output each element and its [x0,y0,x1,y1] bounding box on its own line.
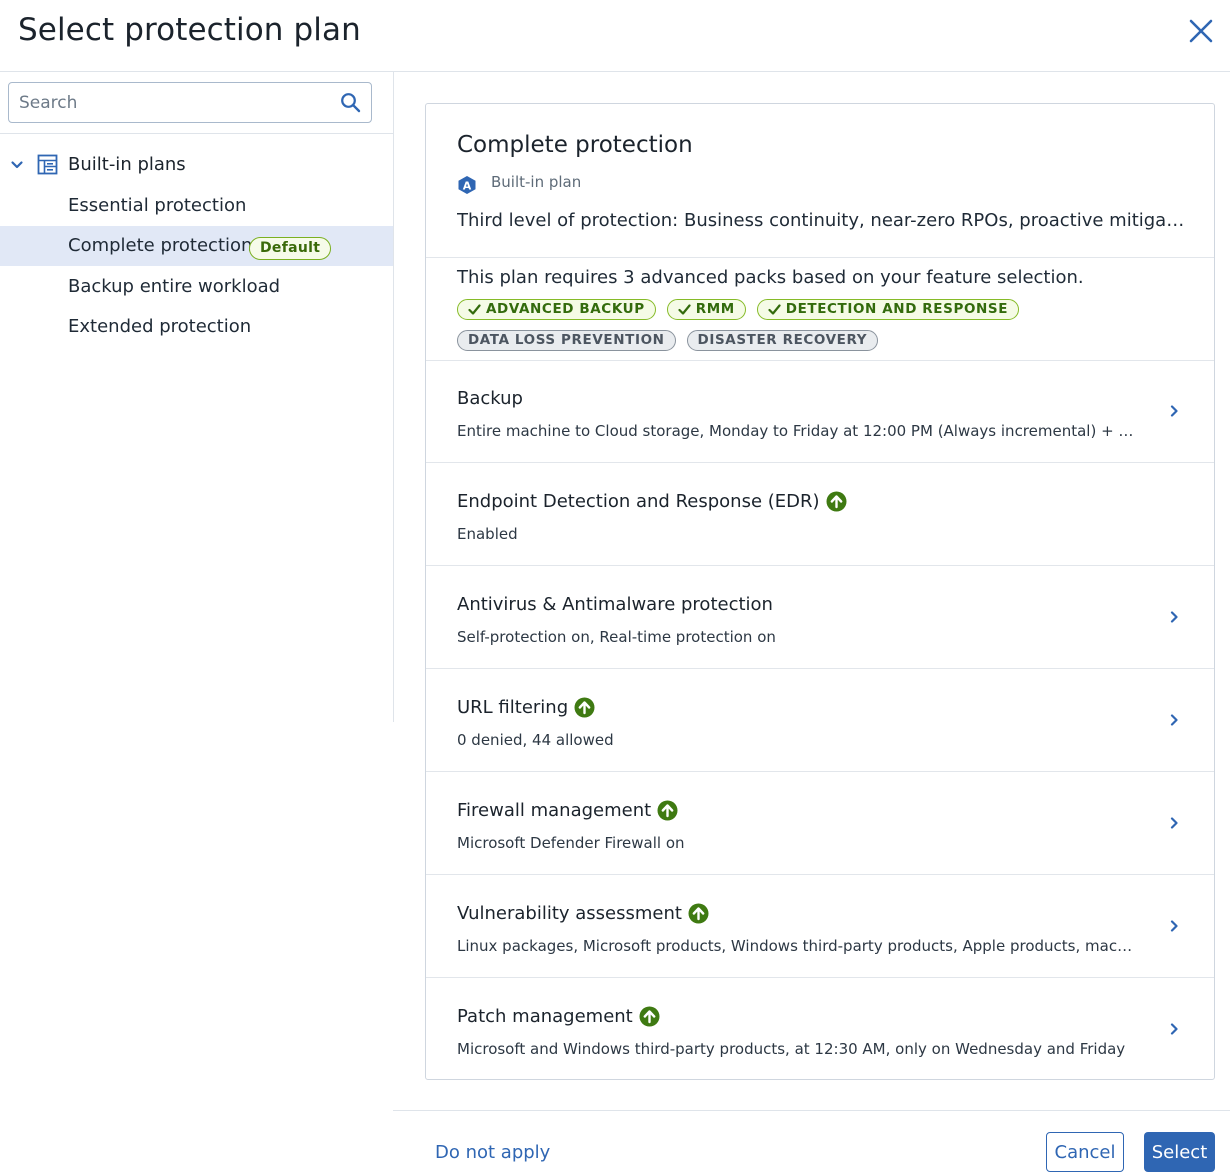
default-badge: Default [249,237,332,260]
section-summary: Enabled [457,525,518,543]
cancel-button[interactable]: Cancel [1046,1132,1124,1172]
chevron-right-icon[interactable] [1168,817,1180,829]
pack-label: DETECTION AND RESPONSE [785,301,1009,317]
chevron-right-icon[interactable] [1168,405,1180,417]
plan-type-label: Built-in plan [491,173,582,191]
dialog-footer: Do not apply Cancel Select [393,1110,1230,1176]
check-icon [768,304,781,315]
section-summary: Linux packages, Microsoft products, Wind… [457,937,1137,955]
check-icon [468,304,481,315]
sidebar-item-label: Complete protection [68,235,253,256]
upgrade-arrow-icon [574,697,595,718]
search-input[interactable] [9,83,329,122]
required-packs: ADVANCED BACKUP RMM DETECTION AND RESPON… [457,299,1020,320]
section-backup[interactable]: Backup Entire machine to Cloud storage, … [426,360,1214,463]
pack-label: ADVANCED BACKUP [486,301,645,317]
plan-description: Third level of protection: Business cont… [457,210,1187,231]
pack-label: RMM [695,301,735,317]
sidebar-divider [0,133,393,134]
sidebar-item-label: Extended protection [68,316,252,337]
chevron-right-icon[interactable] [1168,1023,1180,1035]
pack-badge-data-loss-prevention: DATA LOSS PREVENTION [457,330,676,351]
pack-badge-disaster-recovery: DISASTER RECOVERY [686,330,879,351]
search-box[interactable] [8,82,372,123]
section-title: Patch management [457,1006,633,1027]
section-title: Vulnerability assessment [457,903,682,924]
tree-group-built-in-plans[interactable]: Built-in plans [0,146,393,184]
plan-table-icon [37,154,58,175]
section-title: Backup [457,388,523,409]
select-button[interactable]: Select [1144,1132,1215,1172]
divider [426,257,1214,258]
plans-sidebar: Built-in plans Essential protection Comp… [0,72,394,722]
tree-group-label: Built-in plans [68,154,186,175]
sidebar-item-label: Essential protection [68,195,247,216]
upgrade-arrow-icon [826,491,847,512]
other-packs: DATA LOSS PREVENTION DISASTER RECOVERY [457,330,879,351]
built-in-plan-icon: A [458,176,476,194]
pack-badge-detection-and-response: DETECTION AND RESPONSE [756,299,1020,320]
search-icon[interactable] [340,92,361,113]
pack-badge-advanced-backup: ADVANCED BACKUP [457,299,656,320]
chevron-right-icon[interactable] [1168,714,1180,726]
sidebar-item-backup-entire-workload[interactable]: Backup entire workload [0,267,393,307]
section-title: Endpoint Detection and Response (EDR) [457,491,820,512]
pack-badge-rmm: RMM [666,299,746,320]
plan-title: Complete protection [457,132,693,158]
section-firewall-management[interactable]: Firewall management Microsoft Defender F… [426,772,1214,875]
section-title: Antivirus & Antimalware protection [457,594,773,615]
upgrade-arrow-icon [657,800,678,821]
sidebar-item-label: Backup entire workload [68,276,281,297]
pack-label: DISASTER RECOVERY [697,332,868,348]
close-button[interactable] [1184,14,1218,48]
pack-label: DATA LOSS PREVENTION [468,332,665,348]
section-summary: Self-protection on, Real-time protection… [457,628,776,646]
sidebar-item-extended-protection[interactable]: Extended protection [0,307,393,347]
section-summary: 0 denied, 44 allowed [457,731,614,749]
sidebar-item-essential-protection[interactable]: Essential protection [0,186,393,226]
close-icon [1189,19,1213,43]
packs-summary: This plan requires 3 advanced packs base… [457,267,1084,288]
section-edr[interactable]: Endpoint Detection and Response (EDR) En… [426,463,1214,566]
section-summary: Microsoft and Windows third-party produc… [457,1040,1126,1058]
section-patch-management[interactable]: Patch management Microsoft and Windows t… [426,978,1214,1079]
plan-details-card: Complete protection A Built-in plan Thir… [425,103,1215,1080]
section-vulnerability-assessment[interactable]: Vulnerability assessment Linux packages,… [426,875,1214,978]
section-url-filtering[interactable]: URL filtering 0 denied, 44 allowed [426,669,1214,772]
section-antivirus[interactable]: Antivirus & Antimalware protection Self-… [426,566,1214,669]
built-in-plan-icon-letter: A [463,180,472,193]
sidebar-item-complete-protection[interactable]: Complete protection Default [0,226,393,266]
do-not-apply-button[interactable]: Do not apply [435,1142,550,1163]
upgrade-arrow-icon [688,903,709,924]
chevron-down-icon[interactable] [10,158,24,172]
chevron-right-icon[interactable] [1168,920,1180,932]
section-summary: Microsoft Defender Firewall on [457,834,685,852]
section-title: URL filtering [457,697,569,718]
section-summary: Entire machine to Cloud storage, Monday … [457,422,1137,440]
dialog-header: Select protection plan [0,0,1230,72]
check-icon [678,304,691,315]
upgrade-arrow-icon [639,1006,660,1027]
section-title: Firewall management [457,800,652,821]
dialog-title: Select protection plan [18,12,361,48]
chevron-right-icon[interactable] [1168,611,1180,623]
